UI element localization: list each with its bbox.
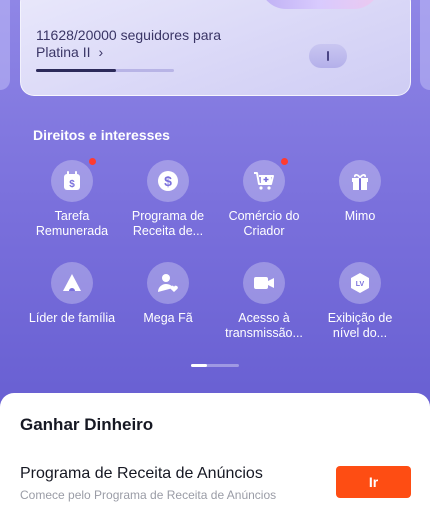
family-tent-icon xyxy=(51,262,93,304)
grid-item-mimo[interactable]: Mimo xyxy=(312,160,408,224)
level-badge-icon xyxy=(309,44,347,68)
grid-item-label: Mimo xyxy=(344,209,376,223)
earn-section-title: Ganhar Dinheiro xyxy=(20,415,154,434)
earn-money-sheet: Ganhar Dinheiro Programa de Receita de A… xyxy=(0,393,430,516)
progress-text: 11628/20000 seguidores para xyxy=(36,27,222,43)
notification-dot xyxy=(281,158,288,165)
svg-text:$: $ xyxy=(69,179,75,190)
level-progress-card: 11628/20000 seguidores para Platina II › xyxy=(20,0,411,96)
grid-item-comercio-criador[interactable]: Comércio do Criador xyxy=(216,158,312,239)
grid-item-exibicao-nivel[interactable]: LV Exibição de nível do... xyxy=(312,262,408,341)
grid-item-tarefa-remunerada[interactable]: $ Tarefa Remunerada xyxy=(24,158,120,239)
video-camera-icon xyxy=(243,262,285,304)
grid-item-label: Líder de família xyxy=(28,311,116,325)
grid-item-label: Acesso à transmissão... xyxy=(225,311,303,340)
grid-item-label: Tarefa Remunerada xyxy=(35,209,109,238)
grid-item-label: Programa de Receita de... xyxy=(131,209,205,238)
gift-icon xyxy=(339,160,381,202)
svg-text:$: $ xyxy=(164,173,172,189)
page-indicator-active xyxy=(191,364,207,367)
rights-section-title: Direitos e interesses xyxy=(33,127,170,143)
notification-dot xyxy=(89,158,96,165)
grid-item-label: Comércio do Criador xyxy=(228,209,300,238)
dollar-coin-icon: $ xyxy=(147,160,189,202)
offer-title: Programa de Receita de Anúncios xyxy=(20,465,263,482)
page-indicator xyxy=(191,364,239,367)
grid-item-label: Exibição de nível do... xyxy=(327,311,393,340)
go-button[interactable]: Ir xyxy=(336,466,411,498)
next-level-link[interactable]: Platina II › xyxy=(36,44,103,60)
previous-card-peek[interactable] xyxy=(0,0,10,90)
grid-item-acesso-transmissao[interactable]: Acesso à transmissão... xyxy=(216,262,312,341)
next-level-label: Platina II xyxy=(36,44,91,60)
card-decoration xyxy=(260,0,380,9)
chevron-right-icon: › xyxy=(98,44,104,60)
cart-plus-icon xyxy=(243,158,288,202)
svg-text:LV: LV xyxy=(356,281,365,288)
progress-fill xyxy=(36,69,117,72)
level-badge-icon: LV xyxy=(339,262,381,304)
grid-item-programa-receita[interactable]: $ Programa de Receita de... xyxy=(120,160,216,239)
grid-item-label: Mega Fã xyxy=(143,311,193,325)
grid-item-mega-fa[interactable]: Mega Fã xyxy=(120,262,216,326)
progress-bar xyxy=(36,69,174,72)
grid-item-lider-familia[interactable]: Líder de família xyxy=(24,262,120,326)
next-card-peek[interactable] xyxy=(420,0,430,90)
calendar-dollar-icon: $ xyxy=(51,158,96,202)
user-heart-icon xyxy=(147,262,189,304)
offer-subtitle: Comece pelo Programa de Receita de Anúnc… xyxy=(20,488,277,502)
